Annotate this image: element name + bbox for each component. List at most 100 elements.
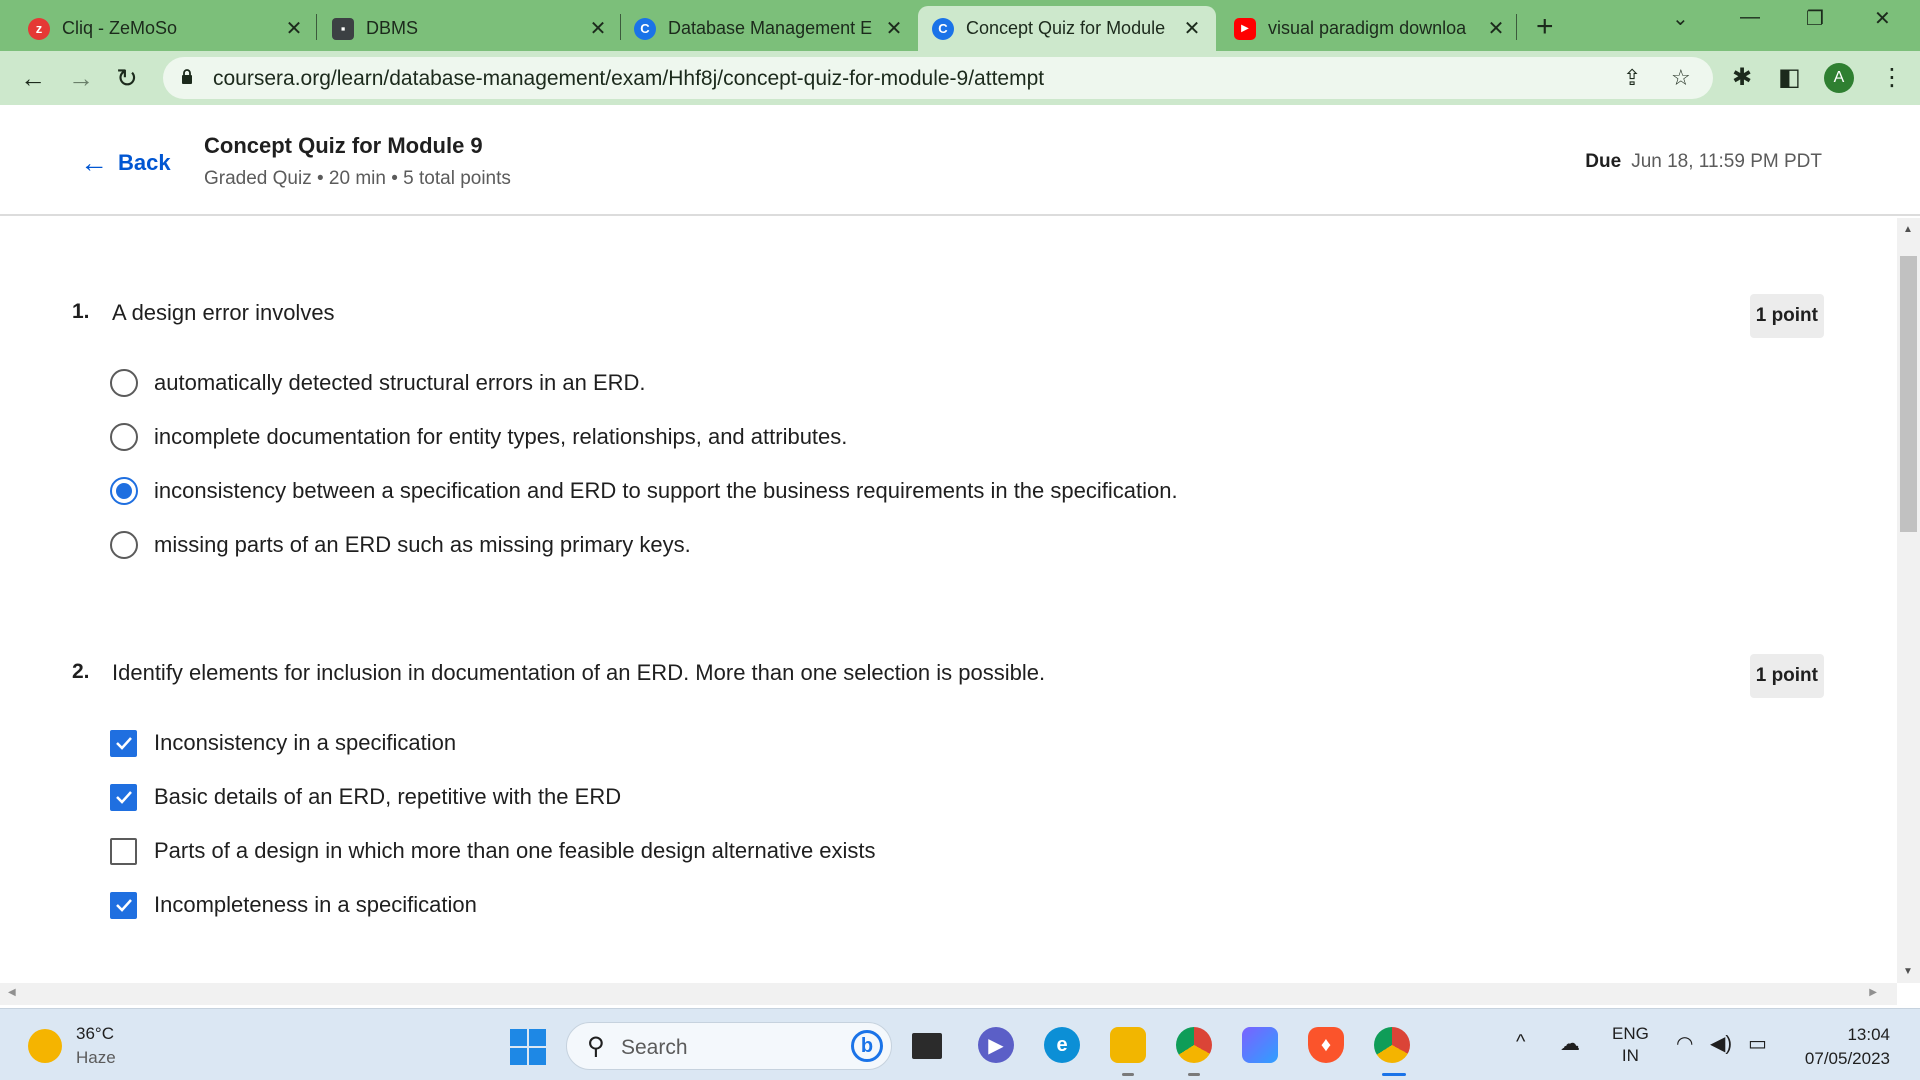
copilot-icon[interactable] [1242,1027,1278,1063]
system-clock[interactable]: 13:04 07/05/2023 [1805,1023,1890,1071]
onedrive-icon[interactable]: ☁ [1560,1031,1580,1056]
extensions-icon[interactable]: ✱ [1732,63,1752,92]
checkbox-option[interactable]: Basic details of an ERD, repetitive with… [72,770,1824,824]
answer-options: automatically detected structural errors… [72,356,1824,572]
close-icon[interactable]: ✕ [284,16,304,41]
forward-arrow-icon[interactable]: → [68,63,94,94]
radio-option[interactable]: inconsistency between a specification an… [72,464,1824,518]
volume-icon[interactable]: ◀) [1710,1031,1732,1056]
radio-button[interactable] [110,423,138,451]
checkbox-checked[interactable] [110,891,137,919]
running-indicator [1122,1073,1134,1076]
browser-toolbar: ← → ↻ coursera.org/learn/database-manage… [0,51,1920,105]
scroll-down-icon[interactable]: ▼ [1903,966,1913,977]
horizontal-scrollbar[interactable]: ◀ ▶ [0,983,1897,1005]
windows-start-icon[interactable] [510,1029,546,1065]
checkbox-option[interactable]: Parts of a design in which more than one… [72,824,1824,878]
profile-avatar[interactable]: A [1824,63,1854,93]
option-label: Incompleteness in a specification [154,892,477,917]
checkmark-icon [115,737,132,750]
due-label: Due [1585,151,1622,172]
bing-icon[interactable]: b [851,1030,883,1062]
back-arrow-icon: ← [80,147,108,178]
radio-option[interactable]: automatically detected structural errors… [72,356,1824,410]
running-indicator [1188,1073,1200,1076]
close-icon[interactable]: ✕ [1182,16,1202,41]
weather-description[interactable]: Haze [76,1048,116,1068]
radio-button[interactable] [110,369,138,397]
weather-temperature[interactable]: 36°C [76,1024,114,1044]
battery-icon[interactable]: ▭ [1748,1031,1767,1056]
points-badge: 1 point [1749,654,1824,698]
close-icon[interactable]: ✕ [1486,16,1506,41]
menu-icon[interactable]: ⋮ [1880,63,1904,92]
wifi-icon[interactable]: ◠ [1676,1031,1693,1056]
option-label: Parts of a design in which more than one… [154,838,876,863]
address-bar[interactable]: coursera.org/learn/database-management/e… [163,57,1713,99]
new-tab-button[interactable]: + [1536,10,1554,44]
teams-chat-icon[interactable]: ▶ [978,1027,1014,1063]
task-view-icon[interactable] [912,1033,942,1059]
tab-title: visual paradigm downloa [1268,18,1467,38]
clock-date: 07/05/2023 [1804,1049,1890,1068]
checkbox-unchecked[interactable] [110,837,137,865]
question-1: 1. A design error involves 1 point autom… [72,294,1824,572]
scrollbar-thumb[interactable] [1900,256,1917,532]
search-icon: ⚲ [587,1033,605,1060]
checkbox-option[interactable]: Inconsistency in a specification [72,716,1824,770]
back-button[interactable]: ← Back [80,147,171,179]
side-panel-icon[interactable]: ◧ [1778,63,1801,92]
coursera-icon: C [634,17,656,40]
radio-button[interactable] [110,531,138,559]
question-number: 2. [72,660,90,683]
scroll-right-icon[interactable]: ▶ [1869,987,1877,998]
radio-option[interactable]: missing parts of an ERD such as missing … [72,518,1824,572]
close-icon[interactable]: ✕ [588,16,608,41]
checkbox-option[interactable]: Incompleteness in a specification [72,878,1824,932]
due-date: Due Jun 18, 11:59 PM PDT [1585,151,1822,173]
chrome-profile-icon[interactable] [1374,1027,1410,1063]
share-icon[interactable]: ⇪ [1623,65,1641,91]
tab-concept-quiz[interactable]: C Concept Quiz for Module ✕ [918,6,1216,51]
tab-database-management[interactable]: C Database Management E ✕ [634,6,904,51]
tab-visual-paradigm[interactable]: ▶ visual paradigm downloa ✕ [1234,6,1506,51]
edge-icon[interactable]: e [1044,1027,1080,1063]
star-icon[interactable]: ☆ [1671,65,1691,91]
weather-haze-icon[interactable] [28,1029,62,1063]
scroll-left-icon[interactable]: ◀ [8,987,16,998]
radio-button-selected[interactable] [110,477,138,505]
tab-title: DBMS [366,18,419,38]
tab-search-icon[interactable]: ⌄ [1672,6,1689,31]
contact-card-icon: ▪ [332,17,354,40]
file-explorer-icon[interactable] [1110,1027,1146,1063]
tab-dbms[interactable]: ▪ DBMS ✕ [332,6,608,51]
tab-title: Concept Quiz for Module [966,18,1166,38]
close-window-icon[interactable]: ✕ [1874,6,1891,31]
minimize-icon[interactable]: — [1740,6,1760,29]
close-icon[interactable]: ✕ [884,16,904,41]
scroll-up-icon[interactable]: ▲ [1903,224,1913,235]
checkbox-checked[interactable] [110,729,137,757]
clock-time: 13:04 [1847,1025,1890,1044]
question-text: A design error involves [112,300,335,325]
region-code: IN [1621,1046,1639,1065]
taskbar-search[interactable]: ⚲ Search b [566,1022,892,1070]
show-hidden-icons[interactable]: ^ [1516,1031,1525,1054]
chrome-icon[interactable] [1176,1027,1212,1063]
option-label: automatically detected structural errors… [154,370,646,395]
language-code: ENG [1612,1024,1649,1043]
quiz-title: Concept Quiz for Module 9 [204,133,483,158]
restore-icon[interactable]: ❐ [1806,6,1824,31]
brave-icon[interactable]: ♦ [1308,1027,1344,1063]
option-label: missing parts of an ERD such as missing … [154,532,691,557]
tab-title: Database Management E [668,18,873,38]
reload-icon[interactable]: ↻ [116,63,138,94]
back-arrow-icon[interactable]: ← [20,63,46,94]
checkbox-checked[interactable] [110,783,137,811]
tab-separator [1516,14,1517,40]
radio-option[interactable]: incomplete documentation for entity type… [72,410,1824,464]
vertical-scrollbar[interactable]: ▲ ▼ [1897,218,1920,983]
tab-title: Cliq - ZeMoSo [62,18,178,38]
tab-cliq[interactable]: z Cliq - ZeMoSo ✕ [28,6,304,51]
language-indicator[interactable]: ENG IN [1612,1023,1649,1067]
